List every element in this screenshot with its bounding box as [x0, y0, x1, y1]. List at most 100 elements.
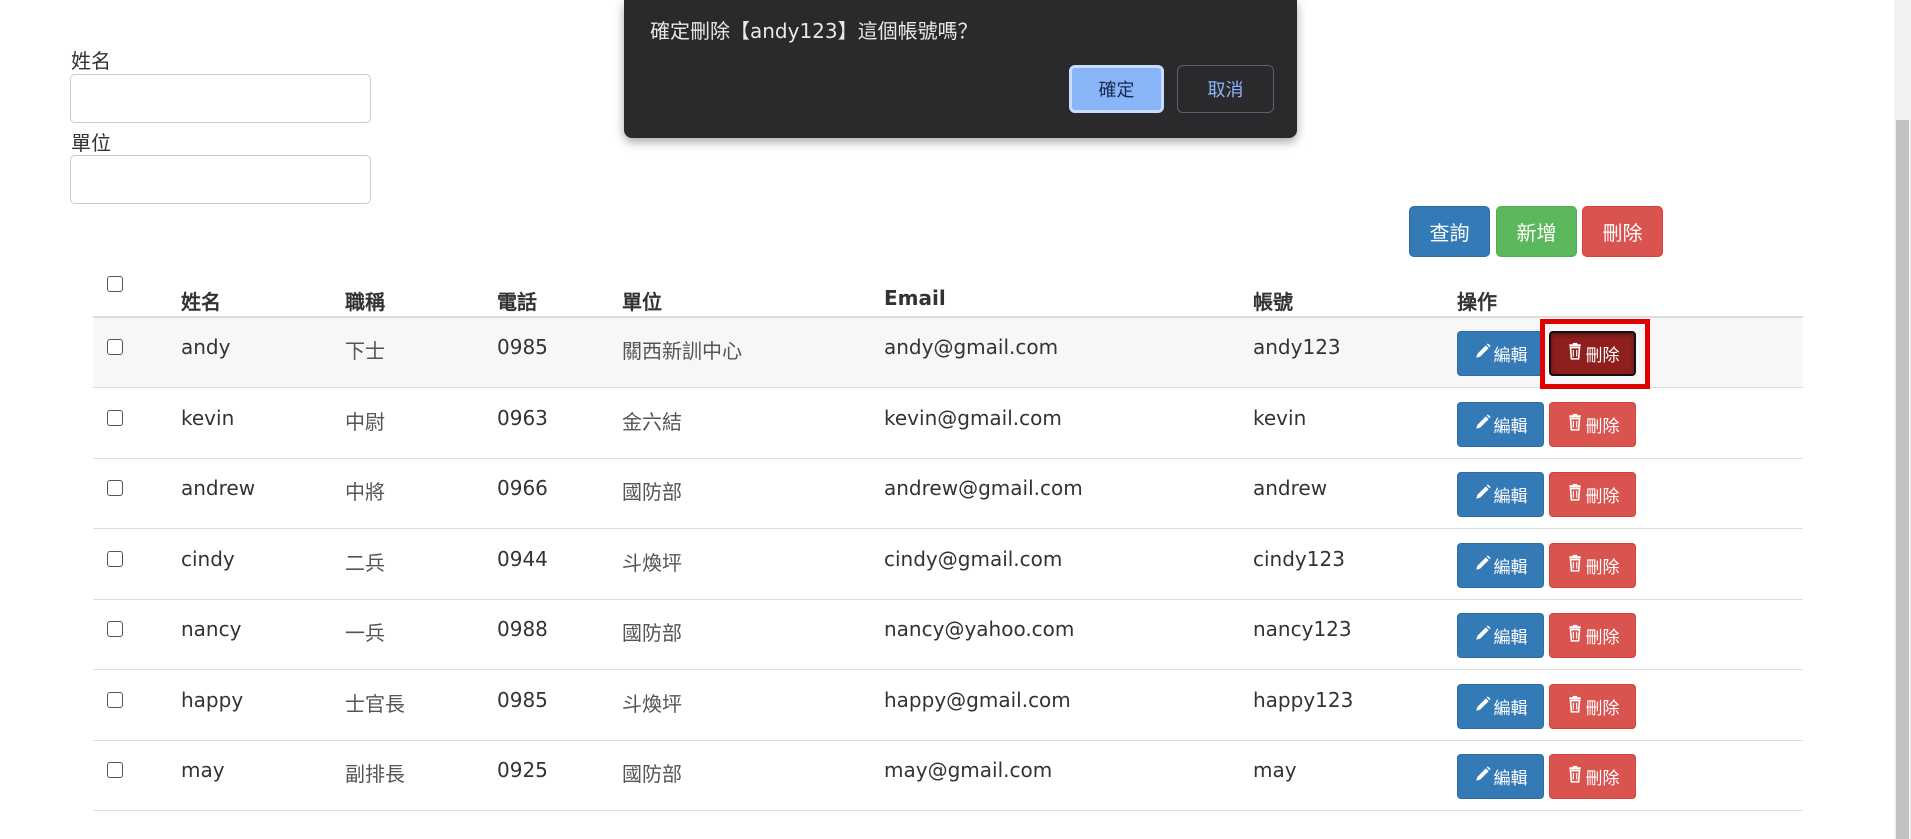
name-label: 姓名 [71, 49, 111, 73]
bulk-delete-button[interactable]: 刪除 [1582, 206, 1663, 257]
select-all-checkbox[interactable] [107, 276, 123, 292]
cell-name: nancy [181, 617, 242, 641]
cell-name: kevin [181, 405, 235, 430]
cell-phone: 0988 [497, 617, 548, 641]
cell-title: 士官長 [345, 691, 405, 716]
edit-button[interactable]: 編輯 [1457, 754, 1544, 799]
cell-unit: 斗煥坪 [622, 550, 682, 575]
cell-account: kevin [1253, 405, 1307, 430]
table-row: andrew 中將 0966 國防部 andrew@gmail.com andrew 編輯 刪… [93, 459, 1803, 529]
cell-email: andy@gmail.com [884, 335, 1059, 359]
row-checkbox[interactable] [107, 409, 123, 426]
header-phone: 電話 [497, 290, 537, 314]
cell-email: happy@gmail.com [884, 687, 1071, 712]
cell-title: 下士 [345, 339, 385, 363]
edit-label: 編輯 [1493, 487, 1528, 507]
cell-account: may [1253, 758, 1297, 782]
delete-button[interactable]: 刪除 [1549, 472, 1636, 517]
cell-phone: 0985 [497, 687, 548, 712]
delete-label: 刪除 [1585, 557, 1620, 578]
add-button[interactable]: 新增 [1496, 206, 1577, 257]
delete-label: 刪除 [1585, 769, 1620, 789]
cell-unit: 關西新訓中心 [622, 339, 742, 363]
cell-title: 中尉 [345, 409, 385, 434]
pencil-icon [1474, 413, 1492, 436]
cell-unit: 斗煥坪 [622, 691, 682, 716]
edit-button[interactable]: 編輯 [1457, 331, 1544, 376]
header-email: Email [884, 286, 946, 310]
cell-email: andrew@gmail.com [884, 476, 1083, 500]
delete-label: 刪除 [1585, 698, 1620, 719]
cell-name: may [181, 758, 225, 782]
scrollbar-thumb[interactable] [1896, 120, 1909, 839]
table-header: 姓名 職稱 電話 單位 Email 帳號 操作 [93, 272, 1803, 318]
pencil-icon [1474, 483, 1492, 506]
trash-icon [1566, 624, 1584, 647]
scrollbar[interactable] [1894, 0, 1911, 839]
cell-name: happy [181, 687, 244, 712]
delete-button[interactable]: 刪除 [1549, 542, 1636, 588]
edit-button[interactable]: 編輯 [1457, 472, 1544, 517]
dialog-cancel-button[interactable]: 取消 [1177, 65, 1274, 113]
cell-title: 中將 [345, 480, 385, 504]
cell-unit: 國防部 [622, 480, 682, 504]
pencil-icon [1474, 624, 1492, 647]
pencil-icon [1474, 695, 1492, 718]
cell-account: cindy123 [1253, 546, 1345, 571]
cell-account: happy123 [1253, 687, 1354, 712]
edit-button[interactable]: 編輯 [1457, 613, 1544, 658]
header-title: 職稱 [345, 290, 385, 314]
delete-button[interactable]: 刪除 [1549, 401, 1636, 447]
cell-email: kevin@gmail.com [884, 405, 1062, 430]
cell-name: andy [181, 335, 231, 359]
cell-unit: 國防部 [622, 621, 682, 645]
pencil-icon [1474, 342, 1492, 365]
cell-phone: 0966 [497, 476, 548, 500]
edit-label: 編輯 [1493, 346, 1528, 366]
delete-button[interactable]: 刪除 [1549, 613, 1636, 658]
edit-label: 編輯 [1493, 628, 1528, 648]
row-checkbox[interactable] [107, 691, 123, 708]
table-row: kevin 中尉 0963 金六結 kevin@gmail.com kevin 編輯 刪除 [93, 389, 1803, 459]
delete-label: 刪除 [1585, 416, 1620, 437]
name-input[interactable] [70, 74, 371, 123]
cell-email: nancy@yahoo.com [884, 617, 1075, 641]
edit-label: 編輯 [1493, 769, 1528, 789]
header-account: 帳號 [1253, 290, 1293, 314]
cell-account: andy123 [1253, 335, 1341, 359]
cell-account: nancy123 [1253, 617, 1352, 641]
trash-icon [1566, 413, 1584, 436]
cell-phone: 0963 [497, 405, 548, 430]
trash-icon [1566, 765, 1584, 788]
row-checkbox[interactable] [107, 339, 123, 355]
unit-label: 單位 [71, 131, 111, 155]
edit-button[interactable]: 編輯 [1457, 683, 1544, 729]
trash-icon [1566, 483, 1584, 506]
cell-phone: 0944 [497, 546, 548, 571]
dialog-ok-button[interactable]: 確定 [1069, 65, 1164, 113]
delete-button[interactable]: 刪除 [1549, 683, 1636, 729]
confirm-dialog: 確定刪除【andy123】這個帳號嗎？ 確定 取消 [624, 0, 1297, 138]
delete-label: 刪除 [1585, 628, 1620, 648]
unit-input[interactable] [70, 155, 371, 204]
highlight-box [1540, 319, 1650, 389]
row-checkbox[interactable] [107, 621, 123, 637]
trash-icon [1566, 695, 1584, 718]
cell-email: cindy@gmail.com [884, 546, 1063, 571]
cell-title: 副排長 [345, 762, 405, 786]
cell-unit: 國防部 [622, 762, 682, 786]
header-unit: 單位 [622, 290, 662, 314]
row-checkbox[interactable] [107, 550, 123, 567]
query-button[interactable]: 查詢 [1409, 206, 1490, 257]
edit-button[interactable]: 編輯 [1457, 401, 1544, 447]
table-row: may 副排長 0925 國防部 may@gmail.com may 編輯 刪除 [93, 741, 1803, 811]
cell-phone: 0985 [497, 335, 548, 359]
row-checkbox[interactable] [107, 762, 123, 778]
delete-button[interactable]: 刪除 [1549, 754, 1636, 799]
dialog-message: 確定刪除【andy123】這個帳號嗎？ [650, 19, 978, 43]
cell-email: may@gmail.com [884, 758, 1053, 782]
cell-unit: 金六結 [622, 409, 682, 434]
pencil-icon [1474, 554, 1492, 577]
edit-button[interactable]: 編輯 [1457, 542, 1544, 588]
row-checkbox[interactable] [107, 480, 123, 496]
